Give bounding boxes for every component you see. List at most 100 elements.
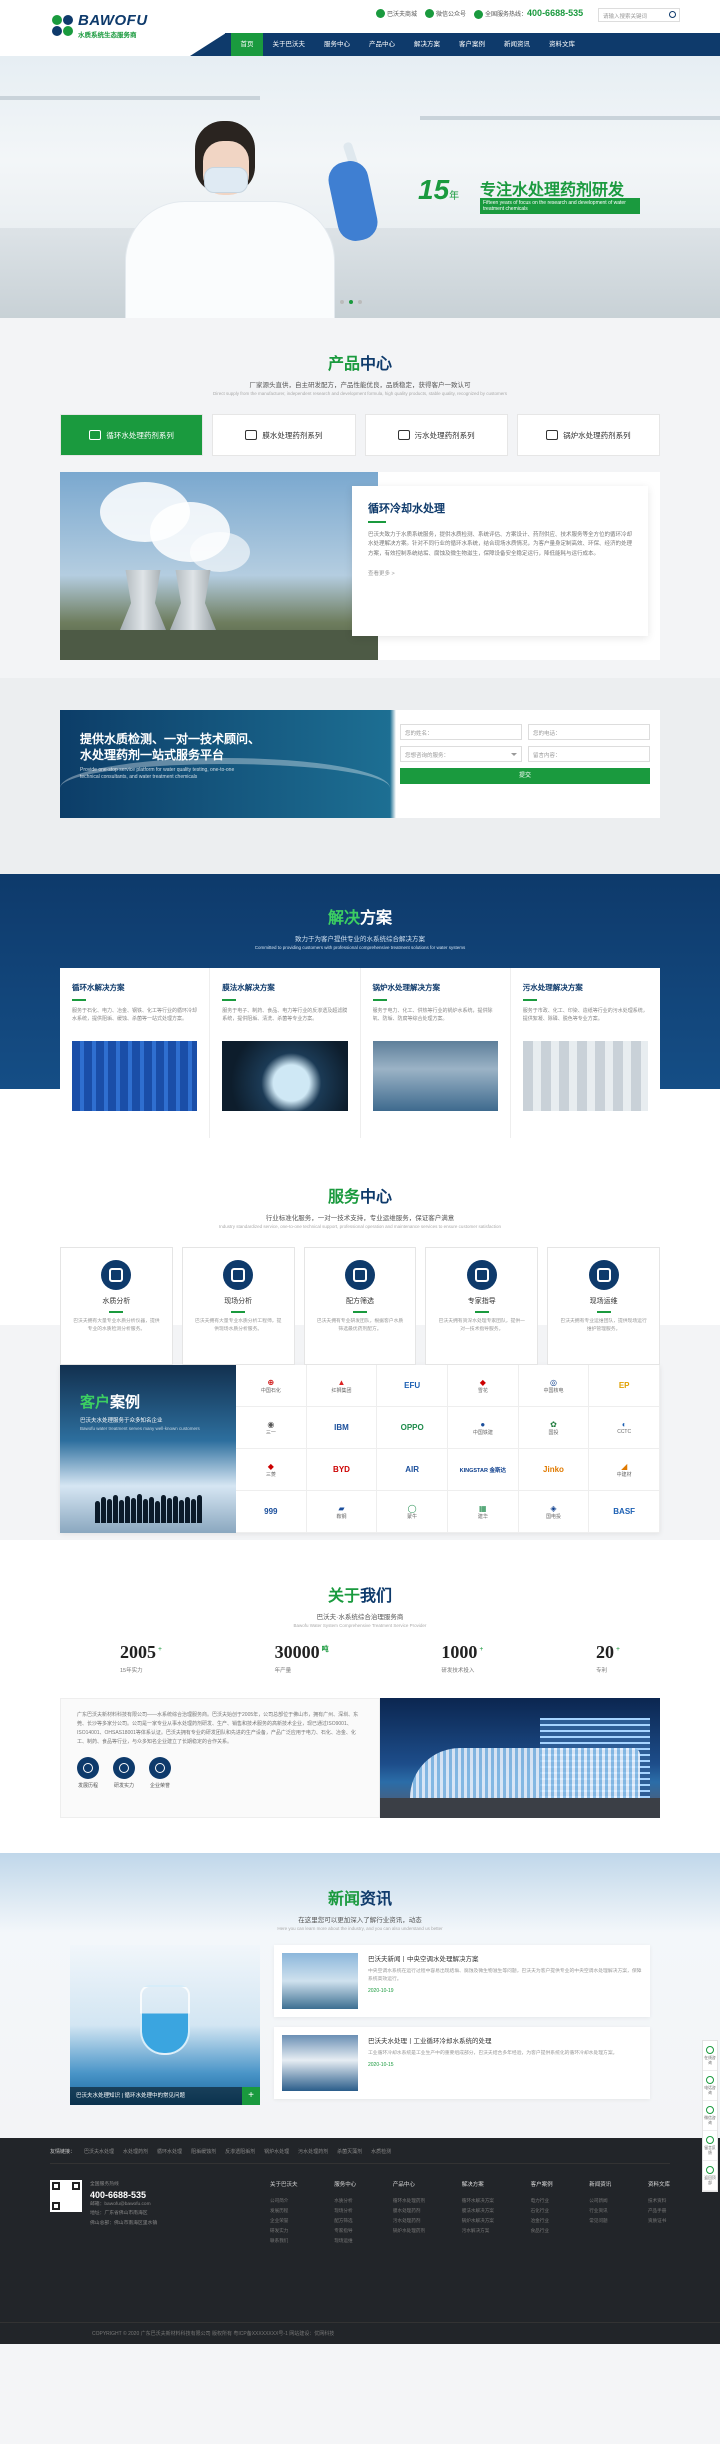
nav-home[interactable]: 首页 [231, 33, 263, 56]
nav-products[interactable]: 产品中心 [360, 33, 405, 56]
news-item[interactable]: 巴沃夫水处理丨工业循环冷却水系统的处理 工业循环冷却水系统是工业生产中的重要组成部… [274, 2027, 650, 2099]
arrow-up-icon [706, 2166, 714, 2174]
service-site-analysis[interactable]: 现场分析 巴沃夫拥有大量专业水质分析工程师，提供现场水质分析服务。 [181, 1247, 295, 1365]
client-logo[interactable]: ✿ 国投 [518, 1407, 590, 1449]
side-phone[interactable]: 电话咨询 [703, 2071, 717, 2101]
tab-circulating[interactable]: 循环水处理药剂系列 [60, 414, 204, 456]
solution-card-sewage[interactable]: 污水处理解决方案 服务于市政、化工、印染、造纸等行业的污水处理系统，提供絮凝、除… [511, 968, 660, 1138]
client-logo[interactable]: ⊕ 中国石化 [236, 1365, 307, 1407]
news-thumbnail [282, 2035, 358, 2091]
carousel-dot-active[interactable] [349, 300, 353, 304]
client-logo[interactable]: ▲ 红狮集团 [306, 1365, 378, 1407]
client-logo[interactable]: ▦ 建华 [447, 1491, 519, 1533]
friend-link[interactable]: 阻垢缓蚀剂 [191, 2148, 216, 2155]
tab-sewage[interactable]: 污水处理药剂系列 [364, 414, 508, 456]
lab-shelf [0, 96, 260, 100]
honor-link[interactable]: 企业荣誉 [149, 1757, 171, 1789]
phone-field[interactable]: 您的电话： [528, 724, 650, 740]
submit-button[interactable]: 提交 [400, 768, 650, 784]
service-expert[interactable]: 专家指导 巴沃夫拥有资深水处理专家团队，提供一对一技术指导服务。 [425, 1247, 539, 1365]
side-online-chat[interactable]: 在线咨询 [703, 2041, 717, 2071]
news-feature[interactable]: 巴沃夫水处理知识 | 循环水处理中的常见问题 + [70, 1945, 260, 2105]
mall-link[interactable]: 巴沃夫商城 [376, 9, 417, 19]
news-item[interactable]: 巴沃夫新闻丨中央空调水处理解决方案 中央空调水系统在运行过程中容易出现结垢、腐蚀及… [274, 1945, 650, 2017]
client-logo[interactable]: ● 中国铁建 [447, 1407, 519, 1449]
microscope-icon [223, 1260, 254, 1290]
solution-card-circulating[interactable]: 循环水解决方案 服务于石化、电力、冶金、钢铁、化工等行业的循环冷却水系统，提供阻… [60, 968, 211, 1138]
history-link[interactable]: 发展历程 [77, 1757, 99, 1789]
client-logo[interactable]: AIR [377, 1449, 448, 1491]
service-maintenance[interactable]: 现场运维 巴沃夫拥有专业运维团队，提供现场运行维护管理服务。 [547, 1247, 660, 1365]
client-logo[interactable]: ◈ 国电投 [518, 1491, 590, 1533]
side-message[interactable]: 留言反馈 [703, 2131, 717, 2161]
crowd-silhouette [60, 1493, 236, 1523]
client-logo[interactable]: EFU [377, 1365, 448, 1407]
client-logo[interactable]: ◆ 雪花 [447, 1365, 519, 1407]
nav-cases[interactable]: 客户案例 [450, 33, 495, 56]
client-logo[interactable]: ◎ 中国核电 [518, 1365, 590, 1407]
solution-cards: 循环水解决方案 服务于石化、电力、冶金、钢铁、化工等行业的循环冷却水系统，提供阻… [60, 968, 660, 1138]
logo[interactable]: BAWOFU 水质系统生态服务商 [52, 12, 148, 39]
tab-membrane[interactable]: 膜水处理药剂系列 [212, 414, 356, 456]
years-number: 15 [418, 174, 450, 205]
friend-link[interactable]: 杀菌灭藻剂 [337, 2148, 362, 2155]
service-select[interactable]: 您想咨询的服务： [400, 746, 522, 762]
solution-card-membrane[interactable]: 膜法水解决方案 服务于电子、制药、食品、电力等行业的反渗透及超滤膜系统，提供阻垢… [210, 968, 361, 1138]
client-logo[interactable]: IBM [306, 1407, 378, 1449]
client-logo[interactable]: KINGSTAR 金斯达 [447, 1449, 519, 1491]
friend-link[interactable]: 污水处理药剂 [298, 2148, 328, 2155]
nav-about[interactable]: 关于巴沃夫 [263, 33, 315, 56]
side-wechat[interactable]: 微信咨询 [703, 2101, 717, 2131]
hero-banner[interactable]: 15年 专注水处理药剂研发 Fifteen years of focus on … [0, 56, 720, 318]
client-logo[interactable]: Jinko [518, 1449, 590, 1491]
service-water-analysis[interactable]: 水质分析 巴沃夫拥有大量专业水质分析仪器，提供专业的水质检测分析服务。 [60, 1247, 173, 1365]
solution-card-boiler[interactable]: 锅炉水处理解决方案 服务于电力、化工、供热等行业的锅炉水系统，提供除氧、防垢、防… [361, 968, 511, 1138]
nav-service[interactable]: 服务中心 [315, 33, 360, 56]
client-logo[interactable]: ◢ 中建材 [589, 1449, 660, 1491]
product-icon [89, 430, 102, 440]
carousel-dot[interactable] [340, 300, 344, 304]
friend-link[interactable]: 巴沃夫水处理 [84, 2148, 114, 2155]
friend-link[interactable]: 锅炉水处理 [264, 2148, 289, 2155]
tab-boiler[interactable]: 锅炉水处理药剂系列 [516, 414, 660, 456]
nav-solutions[interactable]: 解决方案 [405, 33, 450, 56]
friend-link[interactable]: 水质检测 [371, 2148, 391, 2155]
client-logo[interactable]: BYD [306, 1449, 378, 1491]
wechat-link[interactable]: 微信公众号 [425, 9, 466, 19]
carousel-dots [340, 300, 362, 304]
client-logo[interactable]: ◉ 三一 [236, 1407, 307, 1449]
client-logo[interactable]: ◆ 三菱 [236, 1449, 307, 1491]
product-icon [245, 430, 258, 440]
nav-library[interactable]: 资料文库 [540, 33, 585, 56]
friend-link[interactable]: 循环水处理 [157, 2148, 182, 2155]
friend-link[interactable]: 反渗透阻垢剂 [225, 2148, 255, 2155]
search-icon[interactable] [669, 11, 676, 18]
client-logo[interactable]: EP [589, 1365, 660, 1407]
footer: 友情链接： 巴沃夫水处理 水处理药剂 循环水处理 阻垢缓蚀剂 反渗透阻垢剂 锅炉… [0, 2138, 720, 2344]
client-logo[interactable]: BASF [589, 1491, 660, 1533]
service-formula[interactable]: 配方筛选 巴沃夫拥有专业研发团队，根据客户水质筛选最优药剂配方。 [303, 1247, 417, 1365]
client-logo[interactable]: OPPO [377, 1407, 448, 1449]
slogan-text: 专注水处理药剂研发 [480, 182, 625, 199]
about-text: 广东巴沃夫新材料科技有限公司——水系统综合治理服务商。巴沃夫始创于2005年，公… [60, 1698, 380, 1818]
friend-link[interactable]: 水处理药剂 [123, 2148, 148, 2155]
client-logo[interactable]: ◯ 蒙牛 [377, 1491, 448, 1533]
more-link[interactable]: 查看更多 > [368, 569, 632, 577]
message-field[interactable]: 留言内容： [528, 746, 650, 762]
footer-phone: 400-6688-535 [90, 2189, 147, 2200]
company-stats: 2005 +15年实力 30000 吨年产量 1000 + 研发技术投入 20 + 专利 [60, 1642, 660, 1674]
plus-icon[interactable]: + [242, 2087, 260, 2105]
rnd-link[interactable]: 研发实力 [113, 1757, 135, 1789]
about-body: 广东巴沃夫新材料科技有限公司——水系统综合治理服务商。巴沃夫始创于2005年，公… [60, 1698, 660, 1818]
side-back-top[interactable]: 返回顶部 [703, 2161, 717, 2191]
chat-icon [706, 2046, 714, 2054]
client-logo[interactable]: ▰ 鞍钢 [306, 1491, 378, 1533]
news-list: 巴沃夫新闻丨中央空调水处理解决方案 中央空调水系统在运行过程中容易出现结垢、腐蚀及… [274, 1945, 650, 2109]
name-field[interactable]: 您的姓名： [400, 724, 522, 740]
nav-news[interactable]: 新闻资讯 [495, 33, 540, 56]
client-logo[interactable]: ◐ CCTC [589, 1407, 660, 1449]
carousel-dot[interactable] [358, 300, 362, 304]
client-logo[interactable]: 999 [236, 1491, 307, 1533]
search-input[interactable]: 请输入搜索关键词 [598, 8, 680, 22]
qr-code-icon [50, 2180, 82, 2212]
